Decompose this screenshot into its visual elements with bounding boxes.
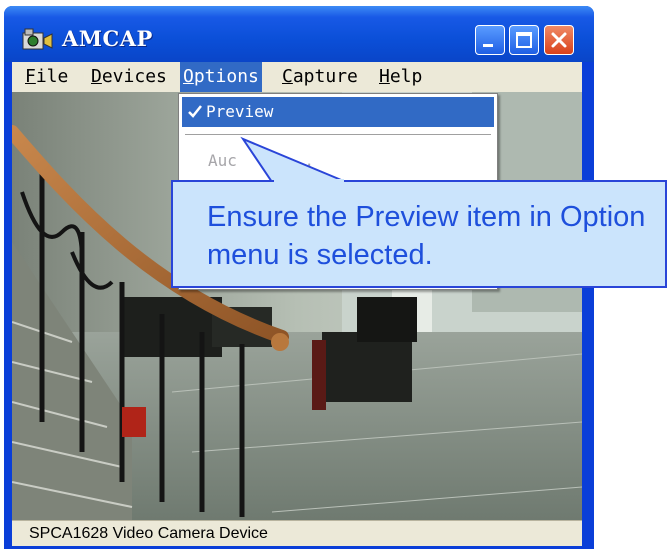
instruction-callout: Ensure the Preview item in Option menu i… [171,180,667,288]
callout-text: Ensure the Preview item in Option menu i… [207,201,646,271]
